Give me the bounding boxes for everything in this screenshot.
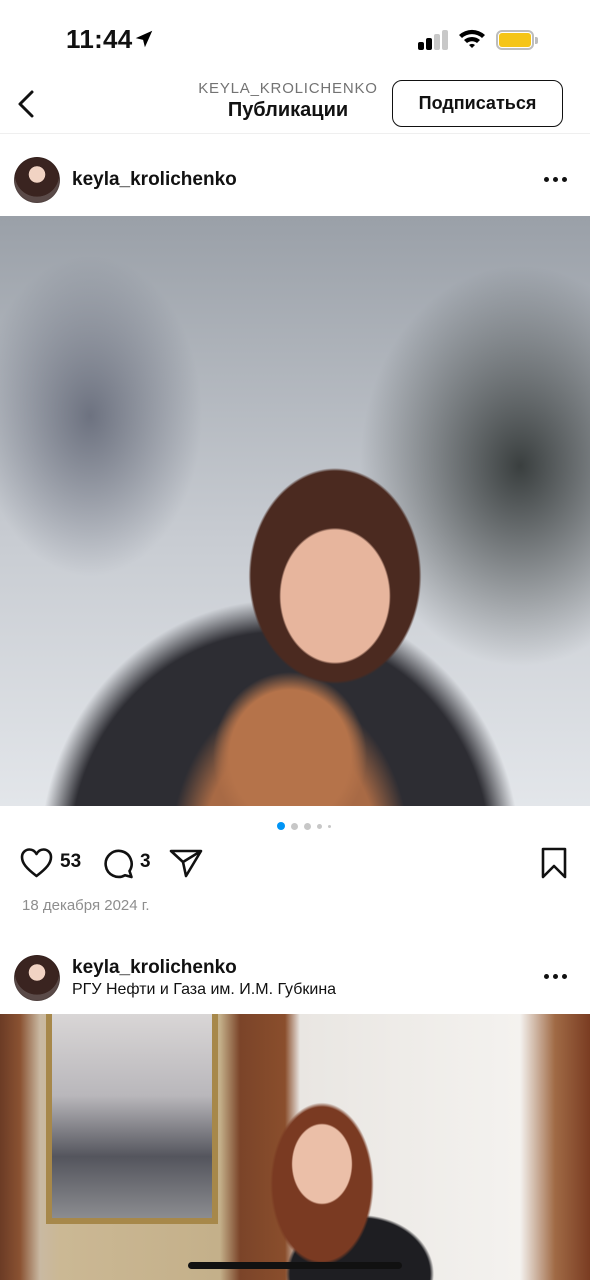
nav-header: KEYLA_KROLICHENKO Публикации Подписаться xyxy=(0,76,590,134)
like-count[interactable]: 53 xyxy=(60,851,81,873)
post-header: keyla_krolichenko xyxy=(0,142,590,214)
more-icon-dot xyxy=(553,973,558,979)
follow-button[interactable]: Подписаться xyxy=(392,80,563,127)
avatar[interactable] xyxy=(14,955,60,1001)
carousel-dot xyxy=(291,822,298,830)
share-icon[interactable] xyxy=(169,848,203,878)
bookmark-icon[interactable] xyxy=(540,847,568,879)
back-chevron-icon xyxy=(18,90,34,118)
post-date: 18 декабря 2024 г. xyxy=(22,897,150,914)
more-icon-dot xyxy=(562,176,567,182)
status-bar: 11:44 xyxy=(0,0,590,76)
post-header: keyla_krolichenko РГУ Нефти и Газа им. И… xyxy=(0,940,590,1012)
signal-icon xyxy=(418,30,450,50)
carousel-dot-active xyxy=(277,822,285,830)
heart-icon[interactable] xyxy=(20,847,53,879)
more-options-button[interactable] xyxy=(544,169,576,189)
post-username[interactable]: keyla_krolichenko xyxy=(72,169,237,191)
comment-icon[interactable] xyxy=(102,847,134,879)
home-indicator[interactable] xyxy=(188,1262,402,1269)
status-time: 11:44 xyxy=(66,24,133,54)
more-icon-dot xyxy=(544,176,549,182)
battery-icon xyxy=(496,30,538,50)
carousel-dot xyxy=(304,822,311,830)
more-icon-dot xyxy=(562,973,567,979)
wifi-icon xyxy=(459,29,485,48)
carousel-dot xyxy=(328,824,331,828)
account-name: KEYLA_KROLICHENKO xyxy=(198,80,378,97)
nav-titles: KEYLA_KROLICHENKO Публикации xyxy=(170,80,406,122)
post-photo[interactable] xyxy=(0,1014,590,1280)
back-button[interactable] xyxy=(12,84,44,124)
comment-count[interactable]: 3 xyxy=(140,851,151,873)
more-icon-dot xyxy=(553,176,558,182)
more-options-button[interactable] xyxy=(544,966,576,986)
more-icon-dot xyxy=(544,973,549,979)
avatar[interactable] xyxy=(14,157,60,203)
post-username[interactable]: keyla_krolichenko xyxy=(72,957,237,979)
page-title: Публикации xyxy=(227,99,349,121)
post-actions: 53 3 xyxy=(0,843,590,885)
mirror-image-detail xyxy=(46,1014,218,1224)
carousel-dot xyxy=(317,823,322,829)
post-location[interactable]: РГУ Нефти и Газа им. И.М. Губкина xyxy=(72,981,336,999)
location-arrow-icon xyxy=(135,30,153,48)
carousel-indicator xyxy=(277,822,331,830)
post-photo[interactable] xyxy=(0,216,590,806)
